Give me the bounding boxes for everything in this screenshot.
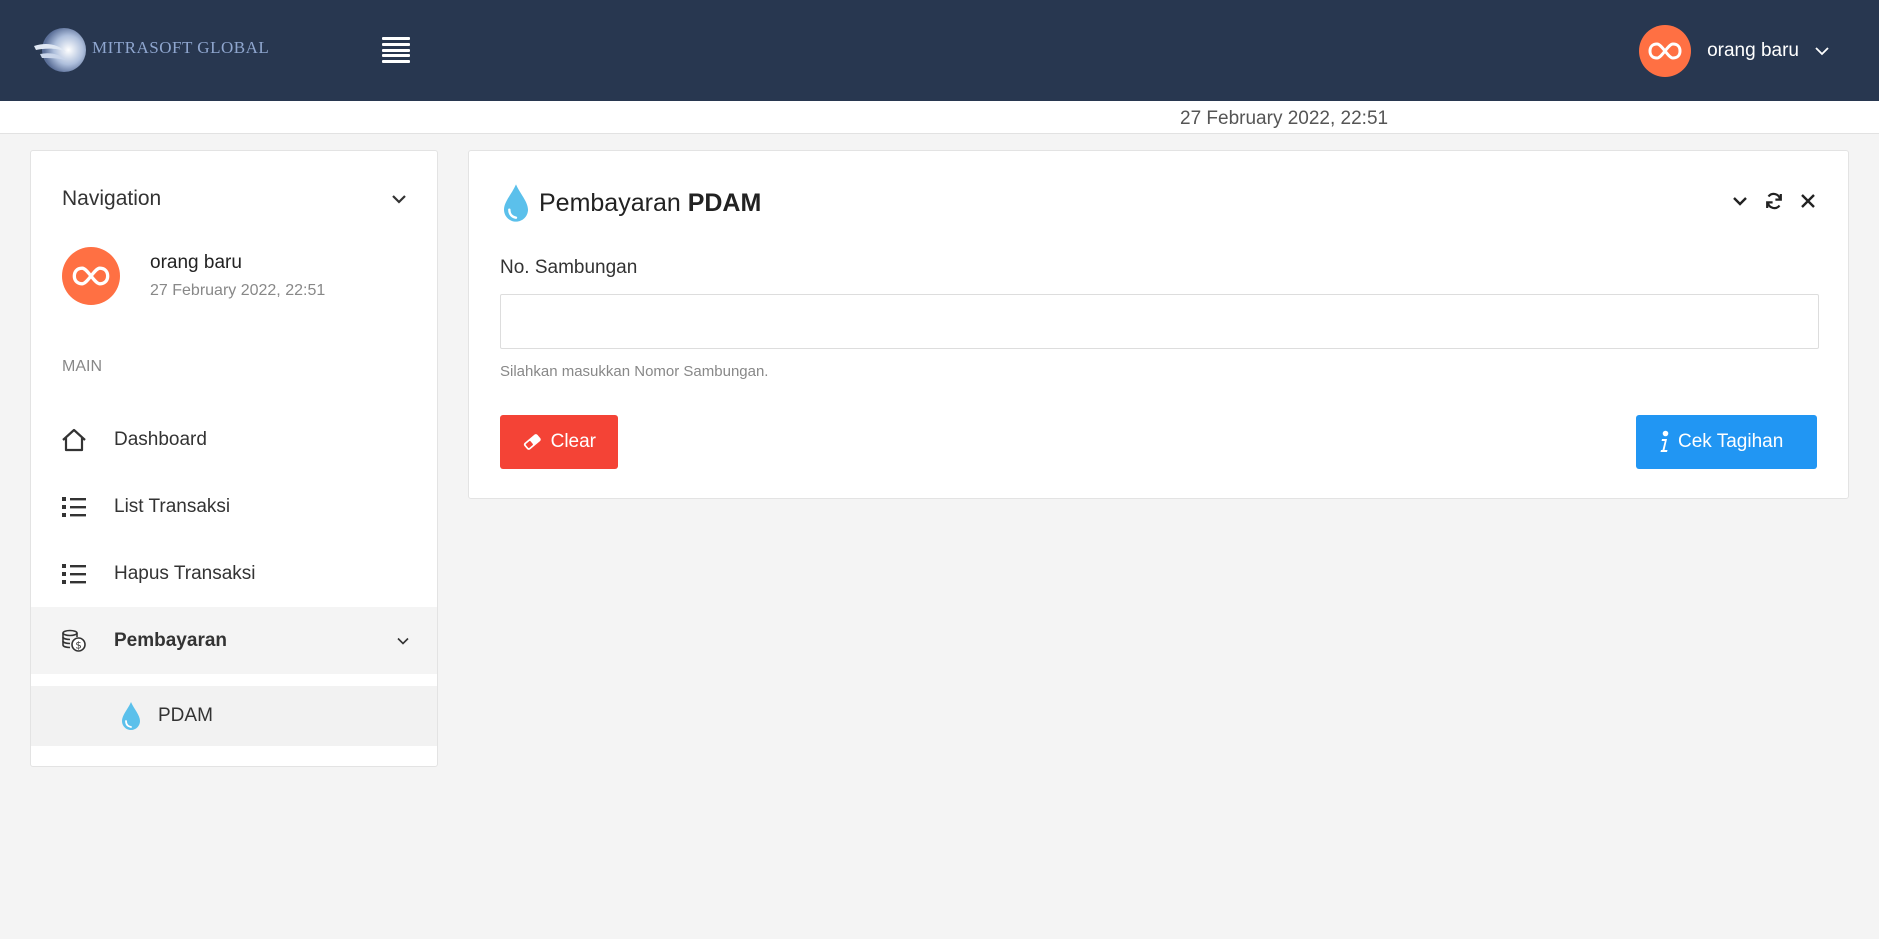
panel-title: Pembayaran PDAM [501, 183, 761, 223]
current-datetime: 27 February 2022, 22:51 [1180, 108, 1389, 129]
avatar [62, 247, 120, 305]
sidebar-item-hapus-transaksi[interactable]: Hapus Transaksi [31, 540, 437, 607]
sidebar-item-label: Dashboard [114, 428, 207, 450]
cek-tagihan-label: Cek Tagihan [1678, 431, 1784, 452]
sidebar-item-label: List Transaksi [114, 495, 231, 517]
field-help-text: Silahkan masukkan Nomor Sambungan. [500, 363, 769, 380]
navigation-title: Navigation [62, 187, 162, 210]
clear-button[interactable]: Clear [500, 415, 618, 469]
sidebar: Navigation orang baru 27 February 2022, … [30, 150, 438, 767]
nav-list: Dashboard List Transaksi Hapus Transaksi… [31, 406, 437, 746]
cek-tagihan-button[interactable]: Cek Tagihan [1636, 415, 1817, 469]
info-icon [1660, 430, 1669, 452]
chevron-down-icon [397, 637, 409, 645]
sidebar-item-label: Pembayaran [114, 629, 228, 651]
sidebar-item-pembayaran[interactable]: $ Pembayaran [31, 607, 437, 674]
chevron-down-icon [1815, 47, 1829, 56]
panel-title-prefix: Pembayaran [539, 188, 681, 217]
header-user-name: orang baru [1707, 40, 1799, 61]
sidebar-item-label: Hapus Transaksi [114, 562, 256, 584]
chevron-down-icon[interactable] [391, 194, 407, 204]
sidebar-user-card: orang baru 27 February 2022, 22:51 [62, 247, 325, 305]
list-icon [60, 493, 88, 521]
avatar [1639, 25, 1692, 77]
panel-tools [1730, 191, 1818, 211]
hamburger-menu-icon[interactable] [382, 37, 410, 63]
sidebar-subitem-label: PDAM [158, 705, 213, 726]
no-sambungan-input[interactable] [500, 294, 1819, 349]
svg-text:$: $ [75, 640, 81, 651]
no-sambungan-label: No. Sambungan [500, 257, 638, 278]
sidebar-user-datetime: 27 February 2022, 22:51 [150, 282, 326, 299]
user-menu[interactable]: orang baru [1639, 25, 1829, 77]
sidebar-user-name: orang baru [150, 252, 242, 273]
water-drop-icon [504, 184, 528, 222]
section-label-main: MAIN [62, 358, 102, 375]
sidebar-item-dashboard[interactable]: Dashboard [31, 406, 437, 473]
close-icon[interactable] [1798, 191, 1818, 211]
coins-icon: $ [60, 627, 88, 655]
list-icon [60, 560, 88, 588]
water-drop-icon [122, 702, 140, 730]
panel-title-bold: PDAM [687, 188, 762, 217]
bird-logo-icon [34, 28, 86, 72]
payment-panel: Pembayaran PDAM No. Sambungan Silahkan m… [468, 150, 1849, 499]
clear-button-label: Clear [550, 431, 596, 452]
refresh-icon[interactable] [1764, 191, 1784, 211]
date-bar: 27 February 2022, 22:51 [0, 101, 1879, 134]
sidebar-item-list-transaksi[interactable]: List Transaksi [31, 473, 437, 540]
brand-logo[interactable]: MITRASOFT GLOBAL [32, 24, 269, 76]
navigation-header[interactable]: Navigation [62, 187, 407, 211]
infinity-icon [72, 266, 110, 286]
home-icon [60, 426, 88, 454]
collapse-icon[interactable] [1730, 191, 1750, 211]
brand-name: MITRASOFT GLOBAL [92, 38, 270, 57]
top-navbar: MITRASOFT GLOBAL orang baru [0, 0, 1879, 101]
infinity-icon [1648, 42, 1682, 60]
sidebar-subitem-pdam[interactable]: PDAM [31, 686, 437, 746]
eraser-icon [523, 434, 541, 450]
